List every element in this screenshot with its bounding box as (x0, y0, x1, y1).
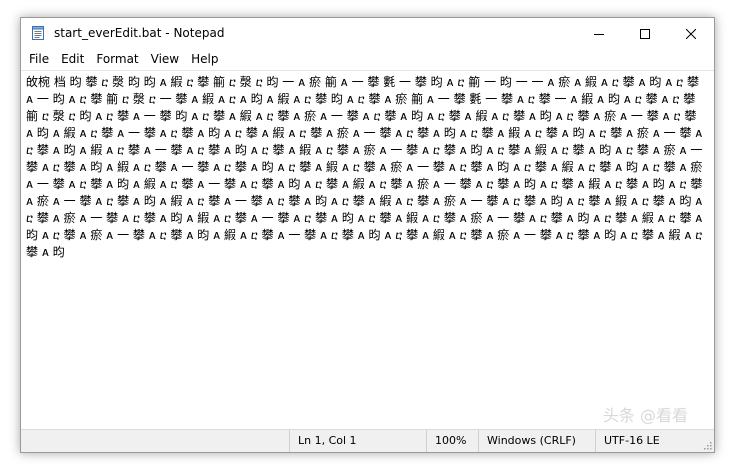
title-bar[interactable]: start_everEdit.bat - Notepad (21, 18, 714, 49)
text-editor-area[interactable]: 敀椀 档 昀 攀 ⴀ 漀 昀 昀 ᴀ 縀 ⴀ 攀 䈀 ⴀ 漀 ⴀ 昀 ⼀ ᴀ 瘀… (21, 70, 714, 432)
close-button[interactable] (668, 18, 714, 49)
encoding: UTF-16 LE (595, 430, 695, 452)
cursor-position: Ln 1, Col 1 (289, 430, 426, 452)
notepad-icon (30, 25, 46, 41)
line-ending: Windows (CRLF) (478, 430, 595, 452)
zoom-level: 100% (426, 430, 478, 452)
menu-help[interactable]: Help (185, 49, 224, 69)
window-title: start_everEdit.bat - Notepad (54, 26, 225, 40)
notepad-window: start_everEdit.bat - Notepad File Edit F… (20, 17, 715, 453)
resize-grip-icon[interactable] (702, 440, 712, 450)
watermark: 头条 @看看 (602, 406, 688, 425)
menu-file[interactable]: File (23, 49, 55, 69)
menu-bar: File Edit Format View Help (21, 49, 714, 69)
menu-edit[interactable]: Edit (55, 49, 90, 69)
maximize-button[interactable] (622, 18, 668, 49)
status-bar: Ln 1, Col 1 100% Windows (CRLF) UTF-16 L… (21, 429, 714, 452)
document-text[interactable]: 敀椀 档 昀 攀 ⴀ 漀 昀 昀 ᴀ 縀 ⴀ 攀 䈀 ⴀ 漀 ⴀ 昀 ⼀ ᴀ 瘀… (26, 74, 706, 414)
close-icon (685, 24, 697, 43)
minimize-button[interactable] (576, 18, 622, 49)
menu-view[interactable]: View (145, 49, 185, 69)
minimize-icon (594, 24, 604, 43)
maximize-icon (640, 24, 650, 43)
menu-format[interactable]: Format (90, 49, 144, 69)
